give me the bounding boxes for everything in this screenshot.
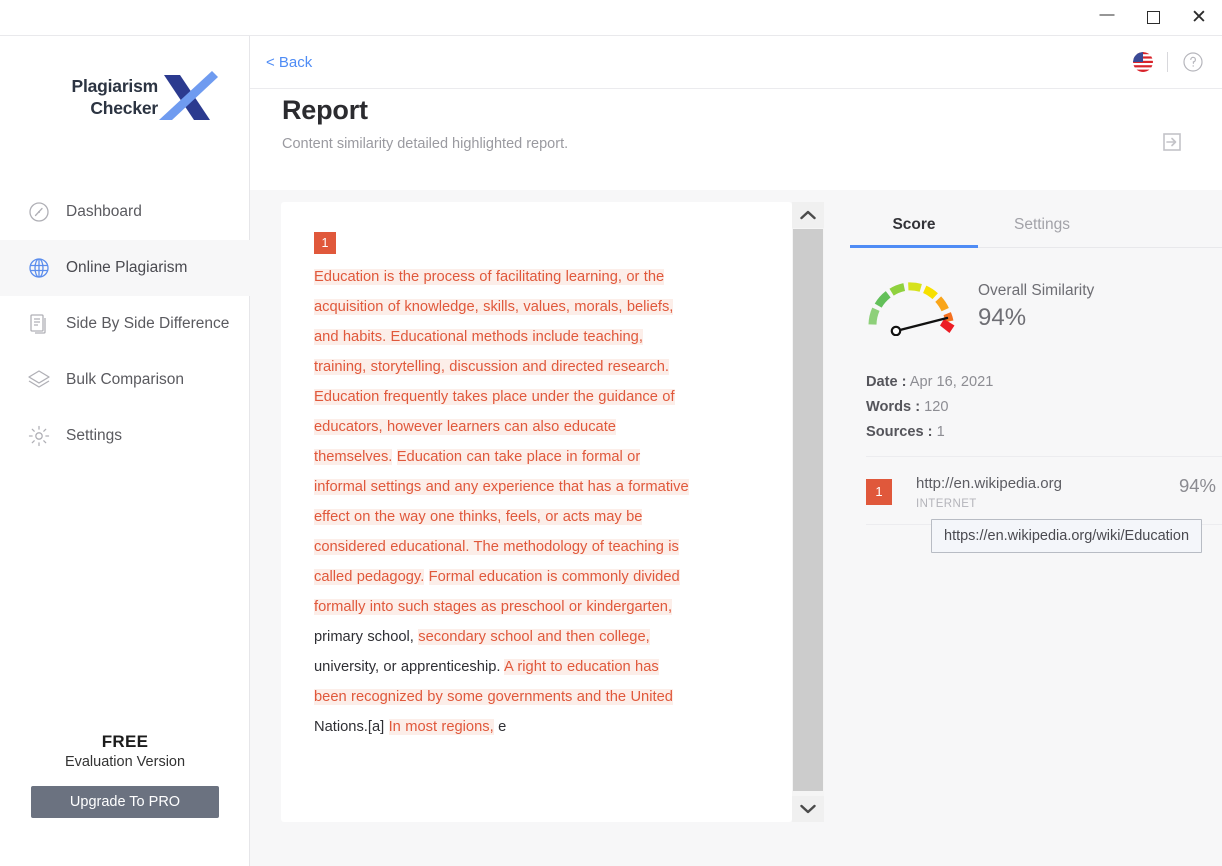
overall-similarity-label: Overall Similarity [978, 282, 1095, 299]
sidebar-item-online-plagiarism[interactable]: Online Plagiarism [0, 240, 250, 296]
plain-segment: Nations.[a] [314, 719, 389, 735]
highlighted-segment: secondary school and then college, [418, 629, 650, 645]
highlighted-segment: In most regions, [388, 719, 494, 735]
source-percent: 94% [1178, 475, 1216, 496]
similarity-readout: Overall Similarity 94% [958, 274, 1094, 332]
document-body: 1 Education is the process of facilitati… [281, 202, 759, 822]
free-label: FREE [101, 732, 149, 751]
minimize-icon: — [1099, 6, 1115, 23]
sidebar-item-side-by-side-difference[interactable]: Side By Side Difference [0, 296, 250, 352]
similarity-gauge-icon [868, 282, 955, 336]
similarity-gauge-row: Overall Similarity 94% [850, 248, 1222, 336]
globe-icon [24, 253, 54, 283]
highlighted-segment: Education can take place in formal or in… [314, 449, 689, 585]
metadata-value: 120 [924, 399, 949, 415]
page-subtitle: Content similarity detailed highlighted … [282, 136, 569, 152]
sidebar: Plagiarism Checker Dashboard Online Plag… [0, 36, 250, 866]
plain-segment: primary school, [314, 629, 419, 645]
document-text: Education is the process of facilitating… [314, 262, 694, 742]
topbar-actions [1133, 51, 1222, 73]
chevron-up-icon [800, 210, 816, 220]
report-metadata: Date : Apr 16, 2021 Words : 120 Sources … [850, 336, 1222, 440]
plain-segment: e [493, 719, 507, 735]
logo-x-icon [159, 71, 218, 120]
window-titlebar: — ✕ [0, 0, 1222, 36]
tab-settings[interactable]: Settings [978, 202, 1106, 247]
scroll-down-button[interactable] [792, 796, 824, 822]
score-panel: Score Settings Overall Similarity 94% Da… [850, 202, 1222, 822]
plain-segment: university, or apprenticeship. [314, 659, 505, 675]
sidebar-item-label: Side By Side Difference [66, 315, 230, 332]
source-url[interactable]: http://en.wikipedia.org [916, 475, 1192, 492]
source-url-tooltip: https://en.wikipedia.org/wiki/Education [931, 519, 1203, 553]
export-icon[interactable] [1160, 130, 1184, 154]
topbar-divider [1167, 52, 1168, 72]
evaluation-version-label: Evaluation Version [64, 754, 186, 770]
document-icon [24, 309, 54, 339]
logo-line-1: Plagiarism [71, 76, 158, 96]
metadata-row-date: Date : Apr 16, 2021 [866, 374, 1222, 390]
sidebar-item-settings[interactable]: Settings [0, 408, 250, 464]
sidebar-item-label: Settings [66, 427, 123, 444]
source-marker-badge[interactable]: 1 [314, 232, 336, 254]
minimize-button[interactable]: — [1084, 0, 1130, 36]
metadata-key: Date : [866, 374, 907, 390]
layers-icon [24, 365, 54, 395]
sidebar-item-bulk-comparison[interactable]: Bulk Comparison [0, 352, 250, 408]
source-type-label: INTERNET [916, 498, 977, 510]
score-tabs: Score Settings [850, 202, 1222, 248]
content-area: 1 Education is the process of facilitati… [250, 190, 1222, 866]
close-icon: ✕ [1191, 7, 1207, 28]
metadata-row-sources: Sources : 1 [866, 424, 1222, 440]
help-circle-icon[interactable] [1182, 51, 1204, 73]
logo-line-2: Checker [90, 97, 158, 118]
plain-segment [424, 569, 428, 585]
page-header: Report Content similarity detailed highl… [282, 95, 1182, 152]
tab-score[interactable]: Score [850, 202, 978, 248]
upgrade-panel: FREE Evaluation Version Upgrade To PRO [0, 732, 250, 818]
content-topbar: < Back [250, 36, 1222, 89]
source-index-badge: 1 [866, 479, 892, 505]
close-button[interactable]: ✕ [1176, 0, 1222, 36]
source-list-item[interactable]: 1 http://en.wikipedia.org INTERNET 94% [850, 457, 1222, 510]
maximize-icon [1146, 11, 1160, 24]
metadata-key: Sources : [866, 424, 933, 440]
gear-icon [24, 421, 54, 451]
source-details: http://en.wikipedia.org INTERNET [892, 475, 1192, 510]
logo-text: Plagiarism Checker [38, 76, 158, 120]
chevron-down-icon [800, 804, 816, 814]
document-scrollbar[interactable] [792, 202, 824, 822]
metadata-key: Words : [866, 399, 921, 415]
metadata-value: 1 [936, 424, 945, 440]
upgrade-to-pro-button[interactable]: Upgrade To PRO [31, 786, 219, 818]
gauge-icon [24, 197, 54, 227]
scrollbar-thumb[interactable] [793, 229, 823, 791]
scroll-up-button[interactable] [792, 202, 824, 228]
back-link[interactable]: < Back [266, 54, 312, 71]
maximize-button[interactable] [1130, 0, 1176, 36]
metadata-value: Apr 16, 2021 [909, 374, 994, 390]
sidebar-item-label: Online Plagiarism [66, 259, 188, 276]
sidebar-nav: Dashboard Online Plagiarism Side By Side… [0, 184, 250, 464]
sidebar-item-dashboard[interactable]: Dashboard [0, 184, 250, 240]
us-flag-icon[interactable] [1133, 52, 1153, 72]
overall-similarity-value: 94% [978, 304, 1027, 331]
highlighted-segment: Education is the process of facilitating… [314, 269, 675, 465]
app-logo: Plagiarism Checker [0, 60, 250, 140]
sidebar-item-label: Dashboard [66, 203, 142, 220]
application-window: — ✕ Plagiarism Checker Dashboard Online … [0, 0, 1222, 866]
page-title: Report [282, 95, 368, 125]
metadata-row-words: Words : 120 [866, 399, 1222, 415]
sidebar-item-label: Bulk Comparison [66, 371, 185, 388]
document-card: 1 Education is the process of facilitati… [281, 202, 792, 822]
